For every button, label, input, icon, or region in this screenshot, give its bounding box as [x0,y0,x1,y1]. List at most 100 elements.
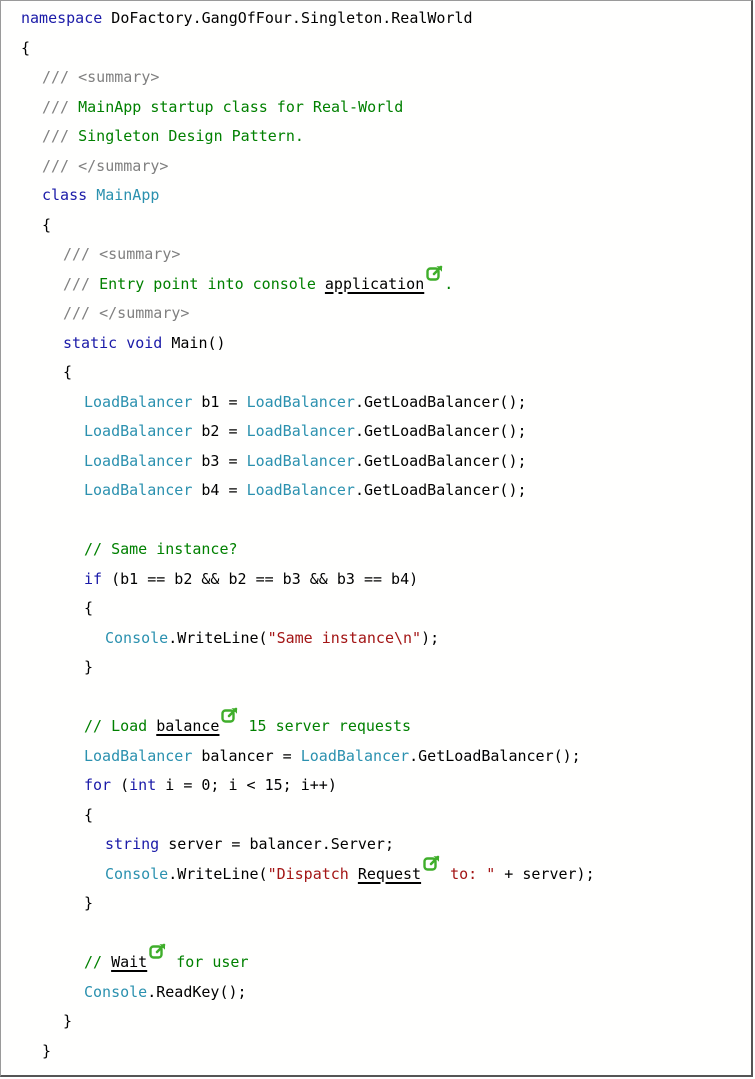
code-token: LoadBalancer [84,746,193,765]
code-token: { [84,805,94,824]
code-line: Console.ReadKey(); [84,982,247,1002]
inline-link[interactable]: Wait [111,953,147,971]
external-link-icon[interactable] [426,264,444,282]
code-token: string [105,835,160,853]
external-link-icon[interactable] [149,942,167,960]
code-line: LoadBalancer b3 = LoadBalancer.GetLoadBa… [84,451,527,471]
code-token: .GetLoadBalancer(); [354,481,527,499]
code-token: for user [167,953,249,971]
code-line: { [84,805,93,825]
code-token: LoadBalancer [246,451,355,470]
code-token: static [63,333,118,352]
code-line: /// </summary> [42,156,168,176]
code-token: (b1 == b2 && b2 == b3 && b3 == b4) [102,569,419,588]
code-token: DoFactory.GangOfFour.Singleton.RealWorld [102,9,473,27]
code-line: /// <summary> [63,244,180,264]
code-token: { [42,215,52,234]
code-line: LoadBalancer b2 = LoadBalancer.GetLoadBa… [84,421,527,441]
code-token: b3 = [192,451,247,470]
code-token: LoadBalancer [84,451,193,470]
code-line: for (int i = 0; i < 15; i++) [84,775,337,795]
code-line: { [63,362,72,382]
code-token: /// [42,127,79,145]
code-token: Entry point into console [99,274,325,293]
code-token: server = balancer.Server; [159,835,394,853]
code-token: . [444,274,454,293]
code-token: .GetLoadBalancer(); [354,451,527,470]
code-token: { [21,38,31,57]
code-token: .WriteLine( [168,628,268,647]
code-token: LoadBalancer [84,422,193,440]
code-line: /// Entry point into console application… [63,265,454,294]
code-token: ); [421,628,440,647]
external-link-icon[interactable] [423,854,441,872]
code-line: namespace DoFactory.GangOfFour.Singleton… [21,8,473,28]
code-token: class [42,186,88,204]
code-line: LoadBalancer balancer = LoadBalancer.Get… [84,746,581,766]
code-line: string server = balancer.Server; [105,834,394,854]
code-token: + server); [495,864,595,883]
code-token: balancer = [192,746,301,765]
code-line: class MainApp [42,185,159,205]
code-token: /// </summary> [42,156,169,175]
code-line: LoadBalancer b4 = LoadBalancer.GetLoadBa… [84,480,527,500]
code-line: { [21,38,30,58]
code-line: { [42,215,51,235]
code-line: // Wait for user [84,943,249,972]
code-token: LoadBalancer [246,392,355,411]
code-token: /// <summary> [42,68,160,86]
code-token: LoadBalancer [84,481,193,499]
inline-link[interactable]: balance [156,717,219,735]
code-token: } [84,658,94,676]
code-token: LoadBalancer [246,481,355,499]
code-token: { [63,363,73,381]
code-token: ( [111,776,130,794]
code-token: Console [105,864,169,883]
code-token: .GetLoadBalancer(); [409,746,581,765]
code-token: if [84,569,103,588]
code-token: } [42,1041,52,1060]
external-link-icon[interactable] [221,706,239,724]
inline-link[interactable]: application [325,275,424,293]
inline-link[interactable]: Request [358,865,421,883]
code-token: "Dispatch [267,864,358,883]
code-line: } [63,1011,72,1031]
code-token: .WriteLine( [168,864,268,883]
code-token: .GetLoadBalancer(); [354,392,527,411]
code-line: // Load balance 15 server requests [84,707,412,736]
code-token: Main() [162,333,226,352]
code-token: Console [105,628,169,647]
code-token: b2 = [192,422,247,440]
code-token: LoadBalancer [300,746,410,765]
code-line: { [84,598,93,618]
code-token: MainApp [96,186,160,204]
code-token: .GetLoadBalancer(); [354,422,527,440]
code-line: LoadBalancer b1 = LoadBalancer.GetLoadBa… [84,392,527,412]
code-token: // Load [84,717,157,735]
code-token: /// </summary> [63,304,190,322]
code-token: for [84,776,112,794]
code-token: 15 server requests [239,717,412,735]
code-line: // Same instance? [84,539,238,559]
code-token: .ReadKey(); [147,982,247,1001]
code-token: LoadBalancer [246,422,355,440]
code-frame: namespace DoFactory.GangOfFour.Singleton… [0,0,753,1077]
code-block: namespace DoFactory.GangOfFour.Singleton… [1,1,751,1075]
code-line: } [84,893,93,913]
code-line: Console.WriteLine("Same instance\n"); [105,628,439,648]
code-token: // [84,953,112,971]
code-token: Console [84,982,148,1001]
code-line: if (b1 == b2 && b2 == b3 && b3 == b4) [84,569,418,589]
code-token: } [84,894,94,912]
code-line: /// </summary> [63,303,189,323]
code-token: /// [63,274,100,293]
code-token: b4 = [192,481,247,499]
code-line: Console.WriteLine("Dispatch Request to: … [105,855,595,884]
code-token: namespace [21,9,103,27]
code-token: void [126,333,163,352]
code-token: MainApp startup class for Real-World [78,97,404,116]
code-token: // Same instance? [84,540,238,558]
code-line: } [42,1041,51,1061]
